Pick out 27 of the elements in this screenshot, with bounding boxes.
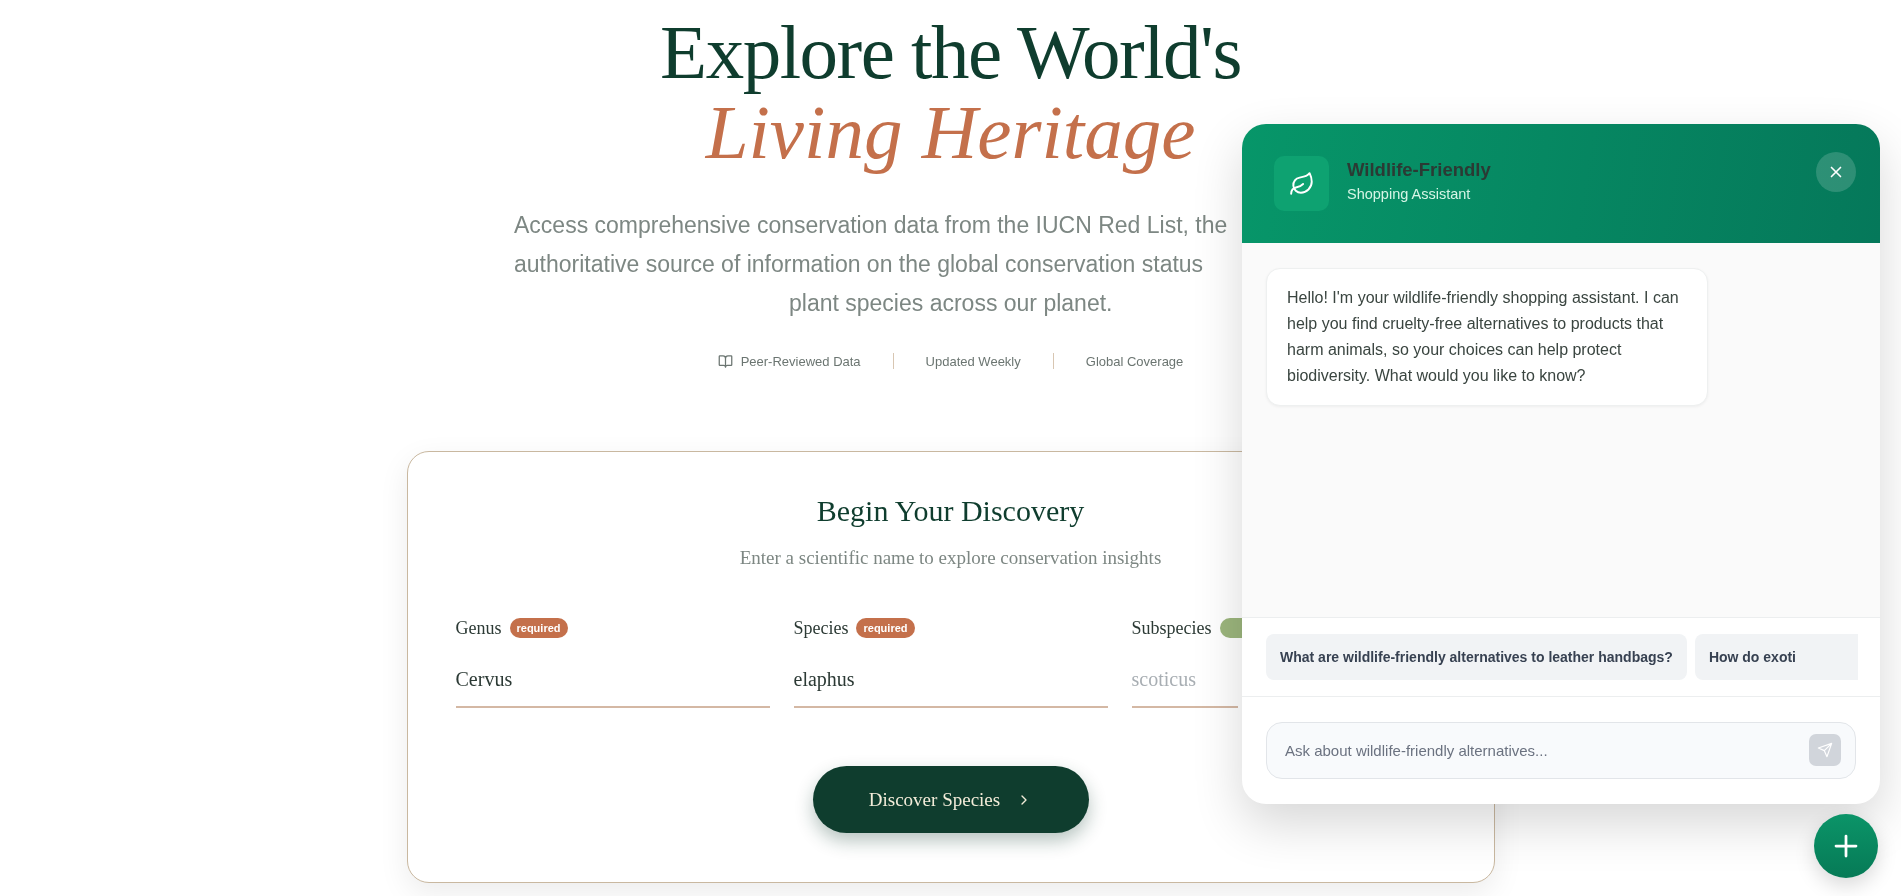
leaf-icon xyxy=(1288,170,1315,197)
close-button[interactable] xyxy=(1816,152,1856,192)
discover-button[interactable]: Discover Species xyxy=(812,766,1089,833)
hero-title: Explore the World's xyxy=(660,12,1241,92)
send-icon xyxy=(1817,742,1833,758)
text-field[interactable]: scoticus xyxy=(1131,652,1238,708)
fact-label: Updated Weekly xyxy=(925,353,1021,369)
text-field[interactable]: elaphus xyxy=(793,652,1108,708)
fact-label: Global Coverage xyxy=(1085,353,1184,369)
chat-message: Hello! I'm your wildlife-friendly shopping assistant. I can help you find cruelty-free alternatives to products that harm animals, so your choices can help protect biodiversity. What would you like to know? xyxy=(1266,268,1708,406)
text-field[interactable]: Cervus xyxy=(455,652,770,708)
suggestion-chip[interactable]: How do exoti xyxy=(1694,634,1858,680)
intro-paragraph: Access comprehensive conservation data from the IUCN Red List, the authoritative source of information on the global conservation status plant species across our planet. xyxy=(514,211,1228,318)
field-label: Species xyxy=(793,617,849,639)
suggestion-chip[interactable]: What are wildlife-friendly alternatives to leather handbags? xyxy=(1266,634,1687,680)
book-icon xyxy=(717,353,733,369)
field-label: Genus xyxy=(455,617,502,639)
fact-label: Peer-Reviewed Data xyxy=(740,353,861,369)
required-badge: required xyxy=(856,618,915,638)
chat-subtitle: Shopping Assistant xyxy=(1347,186,1472,202)
field-label: Subspecies xyxy=(1131,617,1212,639)
card-title: Begin Your Discovery xyxy=(816,493,1085,529)
add-button[interactable] xyxy=(1814,814,1878,878)
chat-input-field[interactable]: Ask about wildlife-friendly alternatives... xyxy=(1266,722,1856,779)
required-badge: required xyxy=(509,618,568,638)
chat-title: Wildlife-Friendly xyxy=(1347,159,1492,181)
card-subtitle: Enter a scientific name to explore conservation insights xyxy=(739,546,1162,570)
